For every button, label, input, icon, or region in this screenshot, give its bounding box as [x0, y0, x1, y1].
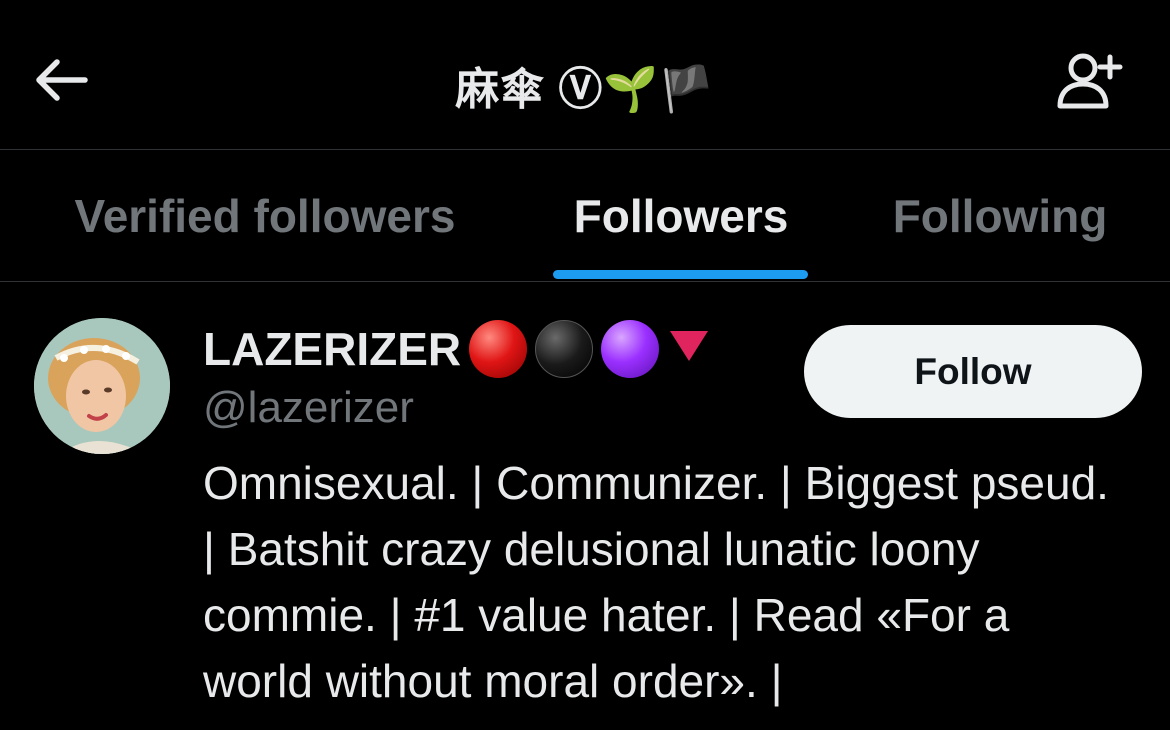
tab-following[interactable]: Following [880, 150, 1120, 281]
followers-page: 麻傘 Ⓥ🌱🏴 Verified followers Followers Foll… [0, 0, 1170, 730]
tab-bar: Verified followers Followers Following [0, 150, 1170, 282]
active-tab-indicator [553, 270, 808, 279]
tab-followers[interactable]: Followers [553, 150, 809, 281]
black-circle-icon [535, 320, 594, 378]
red-circle-icon [469, 320, 528, 378]
user-handle: @lazerizer [203, 383, 414, 432]
display-name[interactable]: LAZERIZER [203, 318, 711, 380]
avatar-portrait-image [34, 318, 170, 454]
tab-verified-followers[interactable]: Verified followers [40, 150, 490, 281]
display-name-text: LAZERIZER [203, 323, 462, 375]
top-bar: 麻傘 Ⓥ🌱🏴 [0, 0, 1170, 150]
purple-circle-icon [601, 320, 660, 378]
person-plus-icon [1053, 51, 1123, 116]
add-user-button[interactable] [1048, 50, 1128, 116]
avatar[interactable] [34, 318, 170, 454]
page-title: 麻傘 Ⓥ🌱🏴 [455, 65, 715, 114]
red-down-triangle-icon [667, 322, 711, 376]
profile-title: 麻傘 Ⓥ🌱🏴 [0, 52, 1170, 118]
follow-button[interactable]: Follow [804, 325, 1142, 418]
follower-list-item[interactable]: LAZERIZER @lazerizer Follow Omnisexual. … [0, 282, 1170, 730]
user-bio: Omnisexual. | Communizer. | Biggest pseu… [203, 457, 1109, 707]
